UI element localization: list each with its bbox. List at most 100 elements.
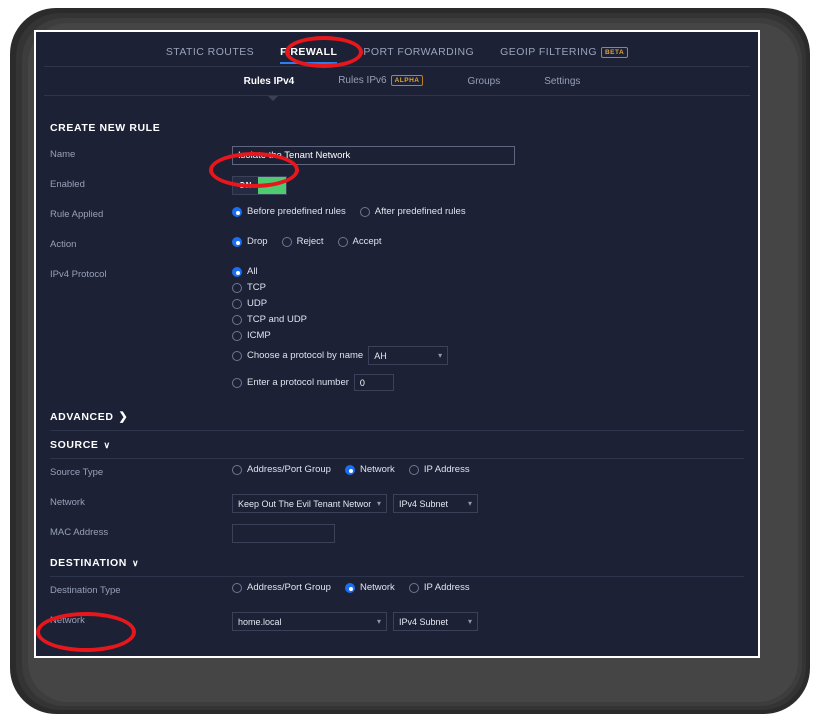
- source-type-radio-group: Address/Port Group Network IP Address: [232, 464, 479, 475]
- radio-icon: [232, 282, 242, 293]
- subnav-tab-settings[interactable]: Settings: [544, 76, 580, 87]
- nav-tab-label: GEOIP FILTERING: [500, 46, 597, 58]
- source-network-label: Network: [50, 497, 85, 508]
- radio-protocol-all[interactable]: All: [232, 266, 448, 277]
- field-row-source-mac: MAC Address: [50, 519, 744, 549]
- radio-label: UDP: [247, 298, 268, 309]
- nav-tab-label: PORT FORWARDING: [363, 46, 475, 58]
- radio-icon: [281, 236, 292, 247]
- chevron-down-icon: ▾: [438, 351, 443, 360]
- subnav-tab-groups[interactable]: Groups: [467, 76, 500, 87]
- section-header-advanced[interactable]: ADVANCED ❯: [50, 402, 744, 430]
- radio-label: Reject: [296, 236, 324, 247]
- rule-applied-radio-group: Before predefined rules After predefined…: [232, 206, 475, 217]
- radio-destination-network[interactable]: Network: [344, 582, 395, 593]
- radio-source-address-port-group[interactable]: Address/Port Group: [232, 464, 331, 475]
- radio-source-network[interactable]: Network: [344, 464, 395, 475]
- radio-icon: [408, 464, 419, 475]
- field-row-source-type: Source Type Address/Port Group Network I…: [50, 459, 744, 489]
- radio-label: Before predefined rules: [247, 206, 346, 217]
- radio-icon: [232, 206, 242, 217]
- nav-tab-port-forwarding[interactable]: PORT FORWARDING: [363, 46, 474, 64]
- rule-applied-label: Rule Applied: [50, 209, 104, 220]
- radio-protocol-by-number[interactable]: Enter a protocol number: [232, 374, 448, 391]
- radio-action-accept[interactable]: Accept: [337, 236, 382, 247]
- destination-network-value: home.local: [238, 616, 282, 627]
- rule-form: CREATE NEW RULE Name Enabled ON: [36, 104, 758, 637]
- chevron-down-icon: ▾: [376, 499, 381, 508]
- subnav-tab-label: Groups: [467, 75, 501, 87]
- enabled-toggle[interactable]: ON: [232, 176, 287, 195]
- radio-icon: [232, 298, 242, 309]
- radio-icon: [232, 464, 242, 475]
- field-row-name: Name: [50, 141, 744, 171]
- radio-protocol-by-name[interactable]: Choose a protocol by name AH ▾: [232, 346, 449, 365]
- action-radio-group: Drop Reject Accept: [232, 236, 391, 247]
- section-header-source[interactable]: SOURCE ∨: [50, 431, 744, 458]
- destination-title: DESTINATION: [50, 557, 127, 569]
- chevron-down-icon: ▾: [467, 499, 472, 508]
- rule-name-input[interactable]: [232, 146, 515, 165]
- ipv4-protocol-label: IPv4 Protocol: [50, 269, 107, 280]
- radio-protocol-icmp[interactable]: ICMP: [232, 330, 448, 341]
- radio-protocol-tcp-and-udp[interactable]: TCP and UDP: [232, 314, 448, 325]
- nav-tab-label: FIREWALL: [280, 46, 338, 58]
- radio-label: Network: [359, 582, 395, 593]
- destination-network-label: Network: [50, 615, 85, 626]
- protocol-name-select[interactable]: AH ▾: [368, 346, 449, 365]
- radio-protocol-tcp[interactable]: TCP: [232, 282, 448, 293]
- radio-label: TCP and UDP: [247, 314, 308, 325]
- enabled-label: Enabled: [50, 179, 85, 190]
- nav-tab-geoip-filtering[interactable]: GEOIP FILTERING BETA: [500, 46, 629, 64]
- source-network-select[interactable]: Keep Out The Evil Tenant Network ▾: [232, 494, 387, 513]
- destination-subnet-value: IPv4 Subnet: [399, 616, 449, 627]
- firewall-rule-app: STATIC ROUTES FIREWALL PORT FORWARDING G…: [36, 32, 758, 656]
- alpha-badge: ALPHA: [390, 75, 424, 87]
- panel-pointer-row: [36, 96, 758, 104]
- field-row-action: Action Drop Reject Accept: [50, 231, 744, 261]
- page-title-text: CREATE NEW RULE: [50, 122, 161, 134]
- radio-icon: [232, 330, 242, 341]
- field-row-destination-network: Network home.local ▾ IPv4 Subnet ▾: [50, 607, 744, 637]
- destination-network-select[interactable]: home.local ▾: [232, 612, 387, 631]
- radio-icon: [337, 236, 348, 247]
- subnav-tab-rules-ipv6[interactable]: Rules IPv6 ALPHA: [338, 75, 424, 87]
- field-row-rule-applied: Rule Applied Before predefined rules Aft…: [50, 201, 744, 231]
- radio-icon: [344, 582, 355, 593]
- chevron-down-icon: ∨: [132, 557, 140, 568]
- radio-action-drop[interactable]: Drop: [232, 236, 268, 247]
- radio-label: Network: [359, 464, 395, 475]
- radio-destination-ip-address[interactable]: IP Address: [408, 582, 470, 593]
- source-network-value: Keep Out The Evil Tenant Network: [238, 498, 371, 509]
- radio-source-ip-address[interactable]: IP Address: [408, 464, 470, 475]
- radio-after-predefined-rules[interactable]: After predefined rules: [359, 206, 466, 217]
- radio-icon: [232, 350, 242, 361]
- radio-icon: [232, 236, 242, 247]
- action-label: Action: [50, 239, 77, 250]
- subnav-tab-rules-ipv4[interactable]: Rules IPv4: [244, 76, 295, 87]
- radio-label: Address/Port Group: [247, 464, 331, 475]
- mac-address-input[interactable]: [232, 524, 335, 543]
- radio-icon: [232, 266, 242, 277]
- protocol-number-input[interactable]: [353, 374, 394, 391]
- radio-icon: [408, 582, 419, 593]
- radio-protocol-udp[interactable]: UDP: [232, 298, 448, 309]
- source-subnet-select[interactable]: IPv4 Subnet ▾: [393, 494, 478, 513]
- radio-action-reject[interactable]: Reject: [281, 236, 324, 247]
- nav-tab-static-routes[interactable]: STATIC ROUTES: [166, 46, 254, 64]
- field-row-enabled: Enabled ON: [50, 171, 744, 201]
- destination-subnet-select[interactable]: IPv4 Subnet ▾: [393, 612, 478, 631]
- mac-address-label: MAC Address: [50, 527, 109, 538]
- nav-tab-firewall[interactable]: FIREWALL: [280, 46, 338, 64]
- radio-destination-address-port-group[interactable]: Address/Port Group: [232, 582, 331, 593]
- radio-before-predefined-rules[interactable]: Before predefined rules: [232, 206, 346, 217]
- radio-label: Drop: [247, 236, 268, 247]
- destination-type-radio-group: Address/Port Group Network IP Address: [232, 582, 479, 593]
- page-title: CREATE NEW RULE: [50, 114, 744, 141]
- protocol-name-value: AH: [374, 350, 387, 361]
- chevron-down-icon: ∨: [103, 439, 111, 450]
- field-row-ipv4-protocol: IPv4 Protocol All TCP UDP TCP and UDP IC…: [50, 261, 744, 396]
- section-header-destination[interactable]: DESTINATION ∨: [50, 549, 744, 576]
- destination-type-label: Destination Type: [50, 585, 121, 596]
- source-subnet-value: IPv4 Subnet: [399, 498, 449, 509]
